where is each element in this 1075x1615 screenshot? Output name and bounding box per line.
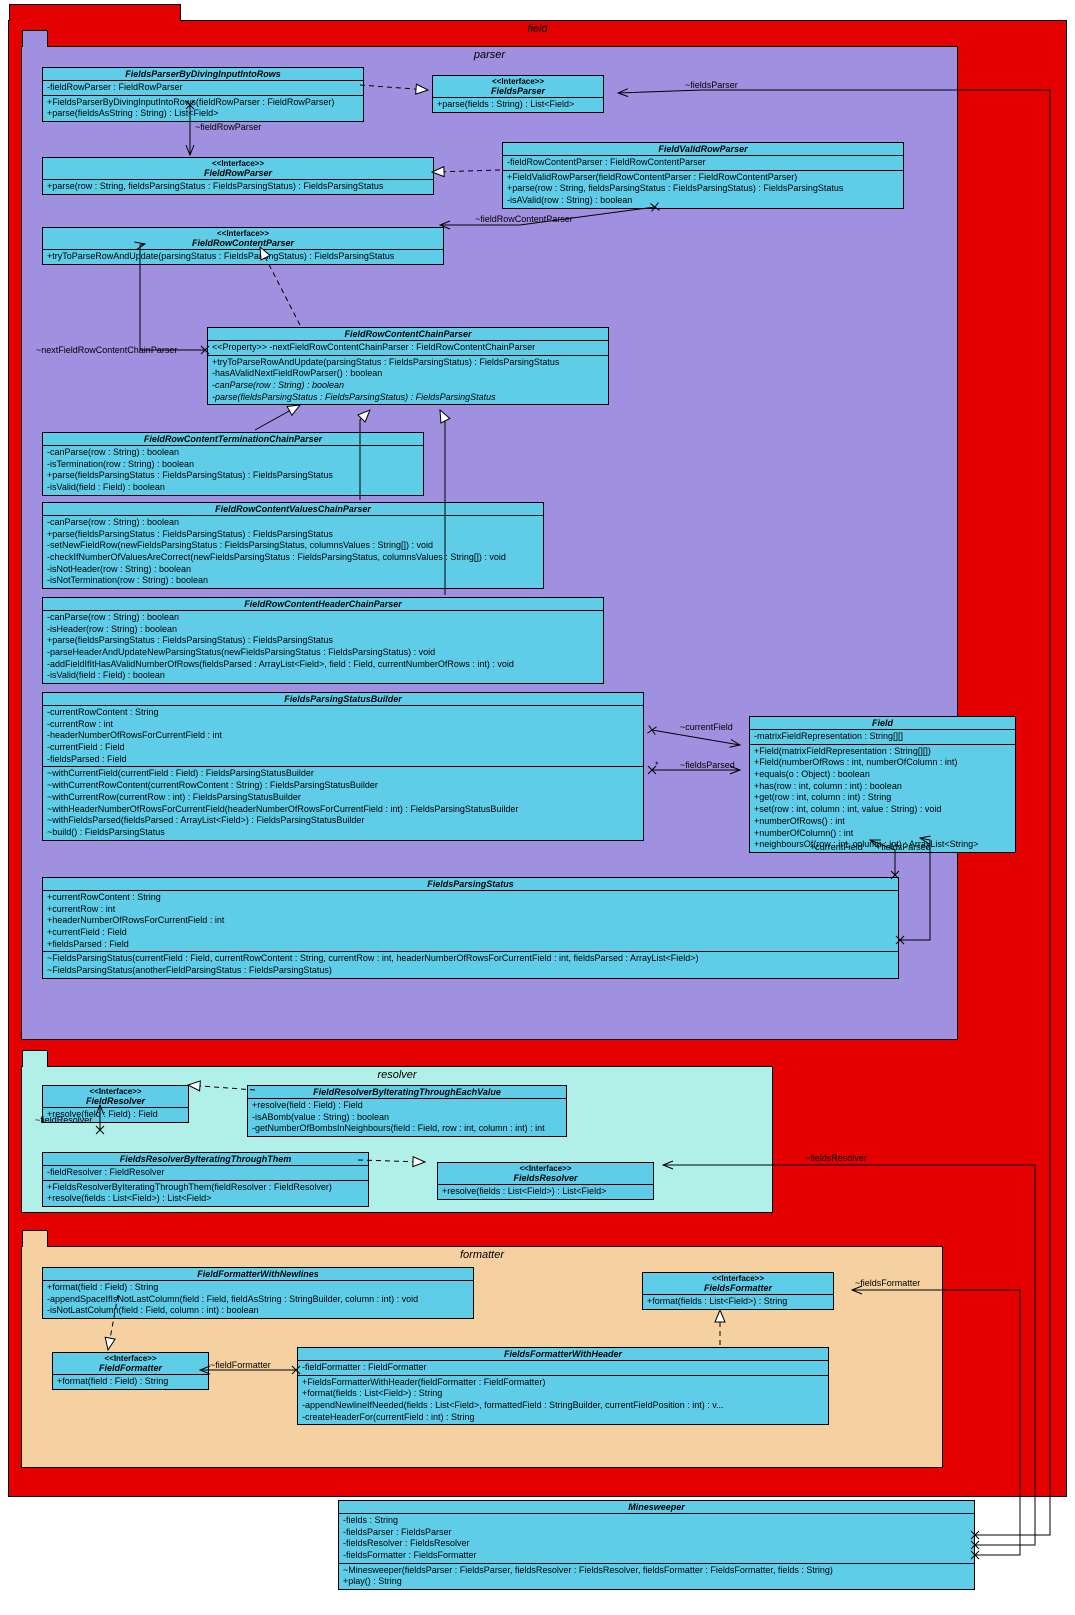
pkg-parser-label: parser	[22, 49, 957, 61]
pkg-formatter: formatter FieldFormatterWithNewlines +fo…	[21, 1246, 943, 1468]
uml-diagram: field parser FieldsParserByDivingInputIn…	[0, 0, 1075, 1615]
cls-FieldRowParser: <<Interface>>FieldRowParser +parse(row :…	[42, 157, 434, 195]
lbl-currentField: ~currentField	[680, 722, 733, 732]
pkg-resolver: resolver <<Interface>>FieldResolver +res…	[21, 1066, 773, 1213]
cls-FieldFormatterWithNewlines: FieldFormatterWithNewlines +format(field…	[42, 1267, 474, 1319]
cls-Minesweeper: Minesweeper -fields : String-fieldsParse…	[338, 1500, 975, 1590]
cls-Field: Field -matrixFieldRepresentation : Strin…	[749, 716, 1016, 853]
lbl-fieldRowParser: ~fieldRowParser	[195, 122, 261, 132]
lbl-nextFieldRowContentChainParser: ~nextFieldRowContentChainParser	[36, 345, 177, 355]
pkg-formatter-label: formatter	[22, 1249, 942, 1261]
cls-FieldValidRowParser: FieldValidRowParser -fieldRowContentPars…	[502, 142, 904, 209]
pkg-parser: parser FieldsParserByDivingInputIntoRows…	[21, 46, 958, 1040]
cls-FieldRowContentHeaderChainParser: FieldRowContentHeaderChainParser -canPar…	[42, 597, 604, 684]
cls-FieldsParserByDivingInputIntoRows: FieldsParserByDivingInputIntoRows -field…	[42, 67, 364, 122]
cls-FieldsFormatter: <<Interface>>FieldsFormatter +format(fie…	[642, 1272, 834, 1310]
lbl-fieldRowContentParser: ~fieldRowContentParser	[475, 214, 573, 224]
cls-FieldResolverByIteratingThroughEachValue: FieldResolverByIteratingThroughEachValue…	[247, 1085, 567, 1137]
lbl-fieldsResolver: ~fieldsResolver	[805, 1153, 867, 1163]
cls-FieldsParsingStatus: FieldsParsingStatus +currentRowContent :…	[42, 877, 899, 979]
lbl-fieldResolver: ~fieldResolver	[35, 1115, 92, 1125]
lbl-fieldsFormatter: ~fieldsFormatter	[855, 1278, 920, 1288]
cls-FieldRowContentParser: <<Interface>>FieldRowContentParser +tryT…	[42, 227, 444, 265]
cls-FieldsFormatterWithHeader: FieldsFormatterWithHeader -fieldFormatte…	[297, 1347, 829, 1425]
pkg-resolver-label: resolver	[22, 1069, 772, 1081]
lbl-fieldFormatter: ~fieldFormatter	[210, 1360, 271, 1370]
pkg-field: field parser FieldsParserByDivingInputIn…	[8, 20, 1067, 1497]
cls-FieldsResolverByIteratingThroughThem: FieldsResolverByIteratingThroughThem -fi…	[42, 1152, 369, 1207]
lbl-fieldsParsed: ~fieldsParsed	[680, 760, 735, 770]
cls-FieldFormatter: <<Interface>>FieldFormatter +format(fiel…	[52, 1352, 209, 1390]
cls-FieldRowContentTerminationChainParser: FieldRowContentTerminationChainParser -c…	[42, 432, 424, 496]
lbl-fieldsParser: ~fieldsParser	[685, 80, 738, 90]
cls-FieldRowContentChainParser: FieldRowContentChainParser <<Property>> …	[207, 327, 609, 405]
lbl-fieldsParsed2: +fieldsParsed	[876, 842, 931, 852]
lbl-currentField2: +currentField	[810, 842, 863, 852]
cls-FieldRowContentValuesChainParser: FieldRowContentValuesChainParser -canPar…	[42, 502, 544, 589]
pkg-field-label: field	[9, 23, 1066, 35]
cls-FieldsParser: <<Interface>>FieldsParser +parse(fields …	[432, 75, 604, 113]
cls-FieldsResolver: <<Interface>>FieldsResolver +resolve(fie…	[437, 1162, 654, 1200]
lbl-mult-star1: *	[655, 760, 659, 770]
cls-FieldsParsingStatusBuilder: FieldsParsingStatusBuilder -currentRowCo…	[42, 692, 644, 841]
